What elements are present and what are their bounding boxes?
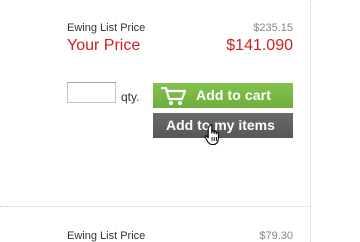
product-price-block: Ewing List Price $79.30 xyxy=(0,208,310,242)
list-price-value: $235.15 xyxy=(253,22,293,34)
add-to-cart-button[interactable]: Add to cart xyxy=(153,83,293,108)
shopping-cart-icon xyxy=(161,86,187,105)
column-divider xyxy=(310,0,311,242)
your-price-label: Your Price xyxy=(67,37,141,54)
list-price-value: $79.30 xyxy=(259,230,293,242)
hand-pointer-cursor-icon xyxy=(204,124,219,146)
quantity-label: qty. xyxy=(121,90,140,104)
quantity-input[interactable] xyxy=(67,82,116,103)
your-price-value: $141.090 xyxy=(226,37,293,54)
add-to-my-items-button[interactable]: Add to my items xyxy=(153,113,293,138)
list-price-label: Ewing List Price xyxy=(67,230,146,242)
product-separator xyxy=(0,206,310,207)
add-to-cart-label: Add to cart xyxy=(196,87,271,103)
list-price-label: Ewing List Price xyxy=(67,22,146,34)
product-price-block: Ewing List Price $235.15 Your Price $141… xyxy=(0,0,310,206)
